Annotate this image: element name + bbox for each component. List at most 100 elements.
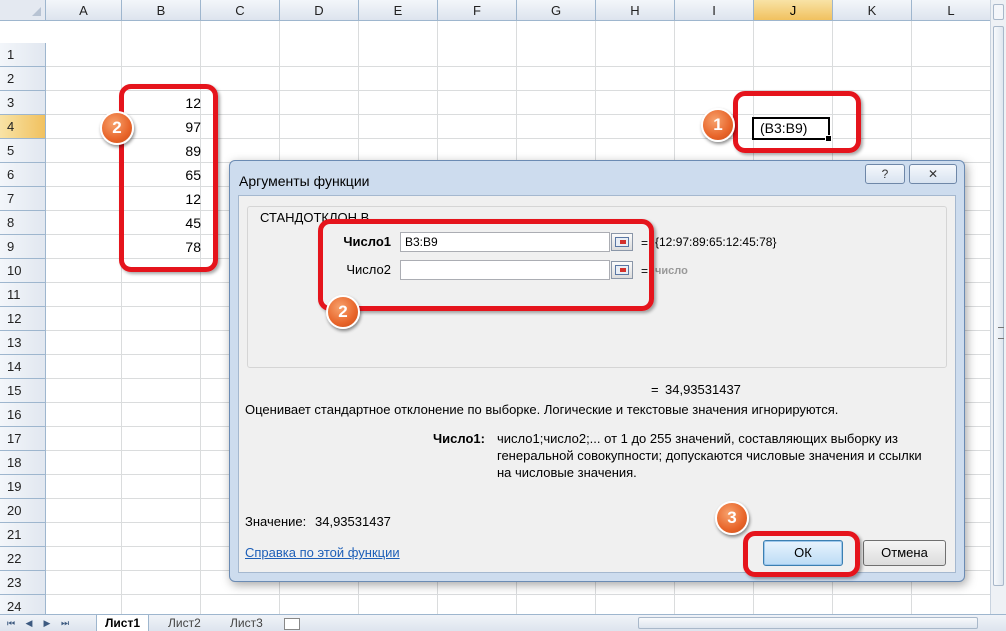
close-button[interactable]: ✕ bbox=[909, 164, 957, 184]
row-header-23[interactable]: 23 bbox=[0, 571, 46, 595]
row-header-14[interactable]: 14 bbox=[0, 355, 46, 379]
collapse-range-icon bbox=[615, 265, 629, 275]
grip-icon bbox=[998, 327, 1004, 339]
row-header-7[interactable]: 7 bbox=[0, 187, 46, 211]
row-header-17[interactable]: 17 bbox=[0, 427, 46, 451]
row-header-21[interactable]: 21 bbox=[0, 523, 46, 547]
next-sheet-icon[interactable]: ▶ bbox=[40, 616, 54, 630]
help-link[interactable]: Справка по этой функции bbox=[245, 545, 400, 560]
vertical-scroll-thumb[interactable] bbox=[993, 26, 1004, 586]
arg2-input[interactable] bbox=[400, 260, 610, 280]
row-header-12[interactable]: 12 bbox=[0, 307, 46, 331]
horizontal-scroll-thumb[interactable] bbox=[638, 617, 978, 629]
last-sheet-icon[interactable]: ⏭ bbox=[58, 616, 72, 630]
dialog-title: Аргументы функции bbox=[239, 173, 370, 189]
function-name: СТАНДОТКЛОН.В bbox=[258, 210, 372, 225]
step-badge-1: 1 bbox=[701, 108, 735, 142]
param-description-2: генеральной совокупности; допускаются чи… bbox=[497, 448, 922, 463]
horizontal-scrollbar[interactable] bbox=[408, 617, 1006, 629]
tab-sheet1[interactable]: Лист1 bbox=[96, 615, 150, 631]
column-header-a[interactable]: A bbox=[46, 0, 122, 21]
function-description: Оценивает стандартное отклонение по выбо… bbox=[245, 402, 839, 417]
value-label: Значение: bbox=[245, 514, 307, 529]
cell-b8[interactable]: 45 bbox=[125, 211, 201, 235]
arg1-input[interactable]: B3:B9 bbox=[400, 232, 610, 252]
column-header-i[interactable]: I bbox=[675, 0, 754, 21]
cell-b3[interactable]: 12 bbox=[125, 91, 201, 115]
row-header-19[interactable]: 19 bbox=[0, 475, 46, 499]
column-header-c[interactable]: C bbox=[201, 0, 280, 21]
row-header-3[interactable]: 3 bbox=[0, 91, 46, 115]
sheet-tab-bar: ⏮ ◀ ▶ ⏭ Лист1 Лист2 Лист3 bbox=[0, 614, 1006, 631]
cell-b4[interactable]: 97 bbox=[125, 115, 201, 139]
tab-sheet3[interactable]: Лист3 bbox=[222, 615, 271, 631]
row-header-16[interactable]: 16 bbox=[0, 403, 46, 427]
row-header-10[interactable]: 10 bbox=[0, 259, 46, 283]
step-badge-3: 3 bbox=[715, 501, 749, 535]
function-arguments-dialog: Аргументы функции ? ✕ СТАНДОТКЛОН.В Числ… bbox=[229, 160, 965, 582]
tab-sheet2[interactable]: Лист2 bbox=[160, 615, 209, 631]
row-header-2[interactable]: 2 bbox=[0, 67, 46, 91]
param-name: Число1: bbox=[433, 431, 485, 446]
arg1-equals: = bbox=[641, 236, 649, 250]
value-result: 34,93531437 bbox=[315, 514, 391, 529]
row-header-22[interactable]: 22 bbox=[0, 547, 46, 571]
row-header-24[interactable]: 24 bbox=[0, 595, 46, 614]
arg2-result: число bbox=[655, 265, 688, 277]
column-header-g[interactable]: G bbox=[517, 0, 596, 21]
select-all-icon bbox=[32, 7, 41, 16]
row-header-6[interactable]: 6 bbox=[0, 163, 46, 187]
arg2-collapse-button[interactable] bbox=[611, 261, 633, 279]
cell-j4-active[interactable]: (B3:B9) bbox=[752, 117, 832, 142]
dialog-body: СТАНДОТКЛОН.В Число1 B3:B9 = {12:97:89:6… bbox=[238, 195, 956, 573]
column-header-l[interactable]: L bbox=[912, 0, 990, 21]
row-header-18[interactable]: 18 bbox=[0, 451, 46, 475]
insert-sheet-icon[interactable] bbox=[284, 618, 300, 630]
arg2-equals: = bbox=[641, 264, 649, 278]
arg2-label: Число2 bbox=[346, 262, 391, 277]
formula-result: 34,93531437 bbox=[665, 382, 741, 397]
cell-b7[interactable]: 12 bbox=[125, 187, 201, 211]
grid-line-horizontal bbox=[46, 594, 990, 595]
param-description-1: число1;число2;... от 1 до 255 значений, … bbox=[497, 431, 899, 446]
select-all-corner[interactable] bbox=[0, 0, 46, 21]
row-header-15[interactable]: 15 bbox=[0, 379, 46, 403]
grid-line-horizontal bbox=[46, 66, 990, 67]
column-header-f[interactable]: F bbox=[438, 0, 517, 21]
vertical-scrollbar[interactable] bbox=[990, 0, 1006, 614]
cell-b5[interactable]: 89 bbox=[125, 139, 201, 163]
row-header-5[interactable]: 5 bbox=[0, 139, 46, 163]
fill-handle[interactable] bbox=[825, 135, 832, 142]
help-button[interactable]: ? bbox=[865, 164, 905, 184]
arg1-label: Число1 bbox=[343, 234, 391, 249]
arg1-collapse-button[interactable] bbox=[611, 233, 633, 251]
column-header-e[interactable]: E bbox=[359, 0, 438, 21]
row-header-1[interactable]: 1 bbox=[0, 43, 46, 67]
arguments-group: СТАНДОТКЛОН.В Число1 B3:B9 = {12:97:89:6… bbox=[247, 206, 947, 368]
row-header-13[interactable]: 13 bbox=[0, 331, 46, 355]
row-header-8[interactable]: 8 bbox=[0, 211, 46, 235]
column-header-h[interactable]: H bbox=[596, 0, 675, 21]
cancel-button[interactable]: Отмена bbox=[863, 540, 946, 566]
formula-result-equals: = bbox=[651, 382, 659, 397]
cell-b9[interactable]: 78 bbox=[125, 235, 201, 259]
column-header-b[interactable]: B bbox=[122, 0, 201, 21]
row-header-20[interactable]: 20 bbox=[0, 499, 46, 523]
column-header-j[interactable]: J bbox=[754, 0, 833, 21]
step-badge-2-left: 2 bbox=[100, 111, 134, 145]
collapse-range-icon bbox=[615, 237, 629, 247]
column-header-k[interactable]: K bbox=[833, 0, 912, 21]
step-badge-2-dialog: 2 bbox=[326, 295, 360, 329]
column-header-d[interactable]: D bbox=[280, 0, 359, 21]
row-header-4[interactable]: 4 bbox=[0, 115, 46, 139]
scroll-up-icon[interactable] bbox=[993, 4, 1004, 20]
ok-button[interactable]: ОК bbox=[763, 540, 843, 566]
row-header-9[interactable]: 9 bbox=[0, 235, 46, 259]
cell-b6[interactable]: 65 bbox=[125, 163, 201, 187]
grid-line-vertical bbox=[121, 21, 122, 614]
prev-sheet-icon[interactable]: ◀ bbox=[22, 616, 36, 630]
param-description-3: на числовые значения. bbox=[497, 465, 637, 480]
first-sheet-icon[interactable]: ⏮ bbox=[4, 616, 18, 630]
cell-j4-formula: (B3:B9) bbox=[760, 120, 808, 136]
row-header-11[interactable]: 11 bbox=[0, 283, 46, 307]
